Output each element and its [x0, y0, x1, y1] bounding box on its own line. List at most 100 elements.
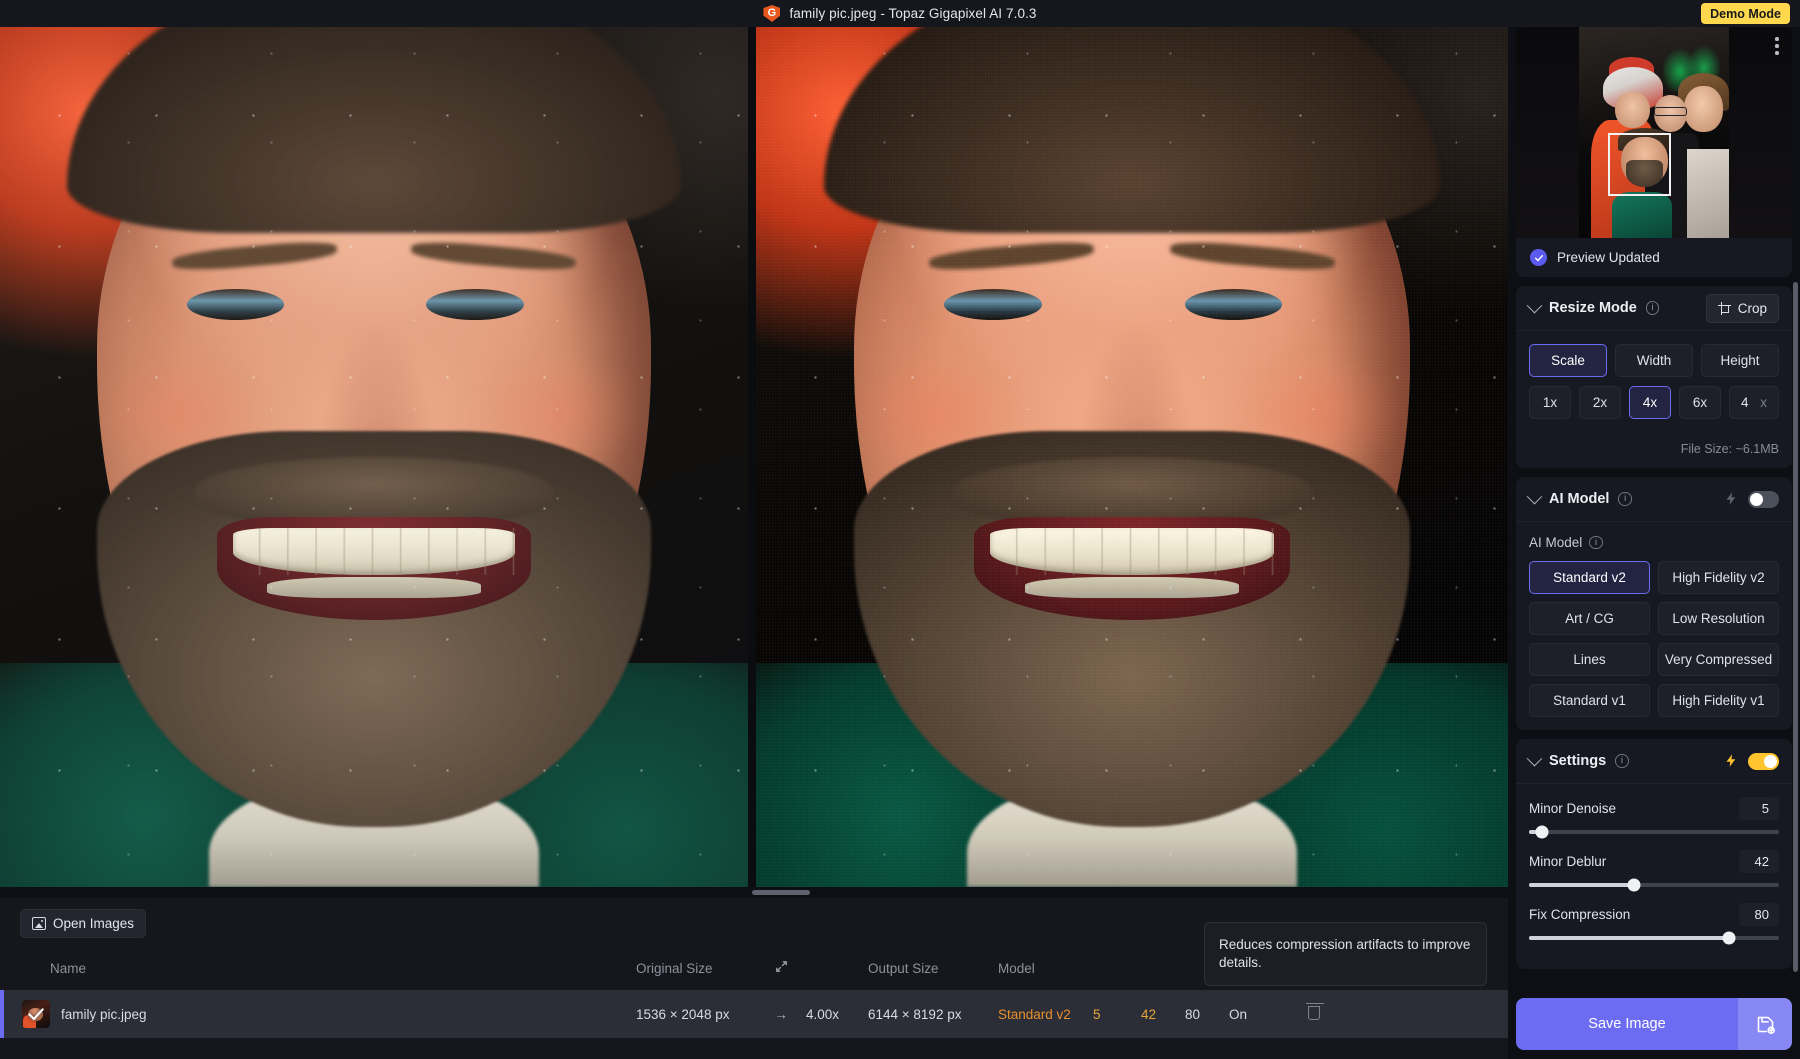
ai-model-header[interactable]: AI Model i [1516, 477, 1792, 522]
save-image-button[interactable]: Save Image [1516, 998, 1738, 1050]
minor-denoise-slider[interactable] [1529, 830, 1779, 834]
chevron-down-icon[interactable] [1527, 750, 1543, 766]
ai-model-card: AI Model i AI Model i Standard v2 High F… [1516, 477, 1792, 730]
resize-mode-scale[interactable]: Scale [1529, 344, 1607, 377]
fix-compression-value[interactable]: 80 [1739, 903, 1779, 926]
minor-deblur-label: Minor Deblur [1529, 854, 1606, 869]
fix-compression-slider[interactable] [1529, 936, 1779, 940]
info-icon[interactable]: i [1589, 536, 1603, 550]
col-header-output-size: Output Size [868, 961, 998, 976]
ai-model-field-label-row: AI Model i [1529, 535, 1779, 550]
resize-mode-width[interactable]: Width [1615, 344, 1693, 377]
minor-deblur-slider[interactable] [1529, 883, 1779, 887]
lightning-bolt-icon [1724, 753, 1739, 769]
model-high-fidelity-v1[interactable]: High Fidelity v1 [1658, 684, 1779, 717]
settings-header[interactable]: Settings i [1516, 739, 1792, 784]
delete-row-button[interactable] [1289, 1006, 1339, 1023]
minor-denoise-value[interactable]: 5 [1739, 797, 1779, 820]
crop-label: Crop [1738, 301, 1767, 316]
output-size-cell: 6144 × 8192 px [868, 1007, 998, 1022]
chevron-down-icon[interactable] [1527, 488, 1543, 504]
model-very-compressed[interactable]: Very Compressed [1658, 643, 1779, 676]
resize-mode-body: Scale Width Height 1x 2x 4x 6x 4 x [1516, 331, 1792, 432]
open-images-label: Open Images [53, 916, 134, 931]
model-standard-v1[interactable]: Standard v1 [1529, 684, 1650, 717]
info-icon[interactable]: i [1646, 301, 1660, 315]
slider-minor-denoise: Minor Denoise 5 [1529, 797, 1779, 850]
settings-card: Settings i Minor Denoise 5 [1516, 739, 1792, 969]
expand-icon[interactable] [756, 959, 806, 977]
minor-deblur-value[interactable]: 42 [1739, 850, 1779, 873]
model-high-fidelity-v2[interactable]: High Fidelity v2 [1658, 561, 1779, 594]
resize-mode-card: Resize Mode i Crop Scale Width Height 1x… [1516, 286, 1792, 468]
info-icon[interactable]: i [1618, 492, 1632, 506]
custom-scale-value: 4 [1741, 395, 1749, 410]
window-title: family pic.jpeg - Topaz Gigapixel AI 7.0… [789, 6, 1036, 21]
compare-divider[interactable] [748, 27, 756, 887]
save-image-group: Save Image [1516, 998, 1792, 1050]
lightning-bolt-icon [1724, 491, 1739, 507]
original-image-pane[interactable] [0, 27, 748, 887]
model-art-cg[interactable]: Art / CG [1529, 602, 1650, 635]
settings-toggle[interactable] [1748, 753, 1779, 770]
checkmark-icon [22, 1000, 50, 1028]
slider-minor-deblur: Minor Deblur 42 [1529, 850, 1779, 903]
crop-button[interactable]: Crop [1706, 294, 1779, 323]
denoise-cell: 5 [1093, 1007, 1141, 1022]
check-circle-icon [1530, 249, 1547, 266]
file-name-label: family pic.jpeg [61, 1007, 147, 1022]
panel-resize-handle[interactable] [752, 890, 810, 895]
ai-model-toggle[interactable] [1748, 491, 1779, 508]
save-disk-icon [1755, 1014, 1776, 1035]
resize-mode-options: Scale Width Height [1529, 344, 1779, 377]
file-thumbnail[interactable] [22, 1000, 50, 1028]
original-size-cell: 1536 × 2048 px [636, 1007, 756, 1022]
sidebar-scrollbar[interactable] [1793, 282, 1798, 972]
model-lines[interactable]: Lines [1529, 643, 1650, 676]
save-as-icon-button[interactable] [1738, 998, 1792, 1050]
settings-body: Minor Denoise 5 Minor Deblur 42 [1516, 784, 1792, 969]
scale-1x[interactable]: 1x [1529, 386, 1571, 419]
resize-mode-header[interactable]: Resize Mode i Crop [1516, 286, 1792, 331]
crop-icon [1718, 302, 1731, 315]
trash-icon [1308, 1006, 1320, 1020]
arrow-right-icon: → [756, 1007, 806, 1022]
compression-cell: 80 [1185, 1007, 1229, 1022]
resize-mode-height[interactable]: Height [1701, 344, 1779, 377]
table-row[interactable]: family pic.jpeg 1536 × 2048 px → 4.00x 6… [0, 990, 1508, 1038]
preview-photo [1579, 27, 1729, 238]
scale-6x[interactable]: 6x [1679, 386, 1721, 419]
demo-mode-badge[interactable]: Demo Mode [1701, 3, 1790, 24]
ai-model-field-label: AI Model [1529, 535, 1582, 550]
fix-compression-label: Fix Compression [1529, 907, 1630, 922]
right-sidebar: Preview Updated Resize Mode i Crop Scale… [1508, 27, 1800, 1059]
slider-fix-compression: Fix Compression 80 [1529, 903, 1779, 956]
custom-scale-input[interactable]: 4 x [1729, 386, 1779, 419]
open-images-button[interactable]: Open Images [20, 909, 146, 938]
preview-selection-box[interactable] [1608, 133, 1671, 196]
model-standard-v2[interactable]: Standard v2 [1529, 561, 1650, 594]
file-size-label: File Size: ~6.1MB [1516, 432, 1792, 468]
col-header-original-size: Original Size [636, 961, 756, 976]
scale-4x[interactable]: 4x [1629, 386, 1671, 419]
preview-thumbnail[interactable] [1516, 27, 1792, 238]
scale-factor-cell: 4.00x [806, 1007, 868, 1022]
upscaled-photo [756, 27, 1508, 887]
scale-2x[interactable]: 2x [1579, 386, 1621, 419]
upscaled-image-pane[interactable] [756, 27, 1508, 887]
minor-denoise-label: Minor Denoise [1529, 801, 1616, 816]
model-low-resolution[interactable]: Low Resolution [1658, 602, 1779, 635]
chevron-down-icon[interactable] [1527, 297, 1543, 313]
state-cell: On [1229, 1007, 1289, 1022]
ai-model-title: AI Model [1549, 491, 1609, 507]
file-name-cell[interactable]: family pic.jpeg [0, 1000, 636, 1028]
ai-model-body: AI Model i Standard v2 High Fidelity v2 … [1516, 522, 1792, 730]
info-icon[interactable]: i [1615, 754, 1629, 768]
more-options-icon[interactable] [1775, 37, 1779, 55]
topaz-logo-icon: G [763, 5, 780, 22]
resize-mode-title: Resize Mode [1549, 300, 1637, 316]
ai-model-options: Standard v2 High Fidelity v2 Art / CG Lo… [1529, 561, 1779, 717]
image-compare-viewer[interactable] [0, 27, 1508, 887]
tooltip: Reduces compression artifacts to improve… [1204, 922, 1487, 986]
image-icon [32, 917, 46, 930]
